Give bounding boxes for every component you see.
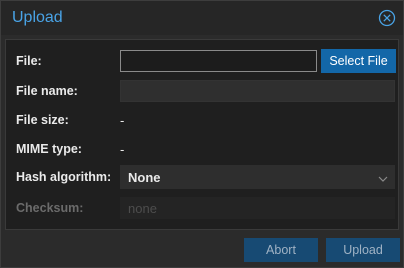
checksum-input: none	[120, 197, 395, 219]
hash-algorithm-select[interactable]: None	[120, 165, 395, 189]
checksum-label: Checksum:	[16, 201, 84, 215]
upload-button[interactable]: Upload	[326, 238, 400, 262]
hash-algorithm-value: None	[128, 170, 161, 185]
select-file-button[interactable]: Select File	[321, 49, 396, 73]
close-icon[interactable]	[378, 9, 396, 27]
file-name-field[interactable]	[120, 80, 395, 102]
file-size-label: File size:	[16, 113, 69, 127]
upload-dialog: Upload File: Select File File name: File…	[0, 0, 404, 268]
dialog-header: Upload	[1, 1, 403, 35]
file-label: File:	[16, 54, 42, 68]
file-size-value: -	[120, 113, 125, 128]
mime-type-value: -	[120, 142, 125, 157]
dialog-title: Upload	[12, 9, 63, 26]
file-name-label: File name:	[16, 84, 78, 98]
hash-algorithm-label: Hash algorithm:	[16, 170, 112, 184]
mime-type-label: MIME type:	[16, 142, 82, 156]
form-panel: File: Select File File name: File size: …	[5, 39, 399, 230]
chevron-down-icon	[378, 172, 388, 182]
abort-button[interactable]: Abort	[244, 238, 318, 262]
file-input[interactable]	[120, 50, 317, 72]
